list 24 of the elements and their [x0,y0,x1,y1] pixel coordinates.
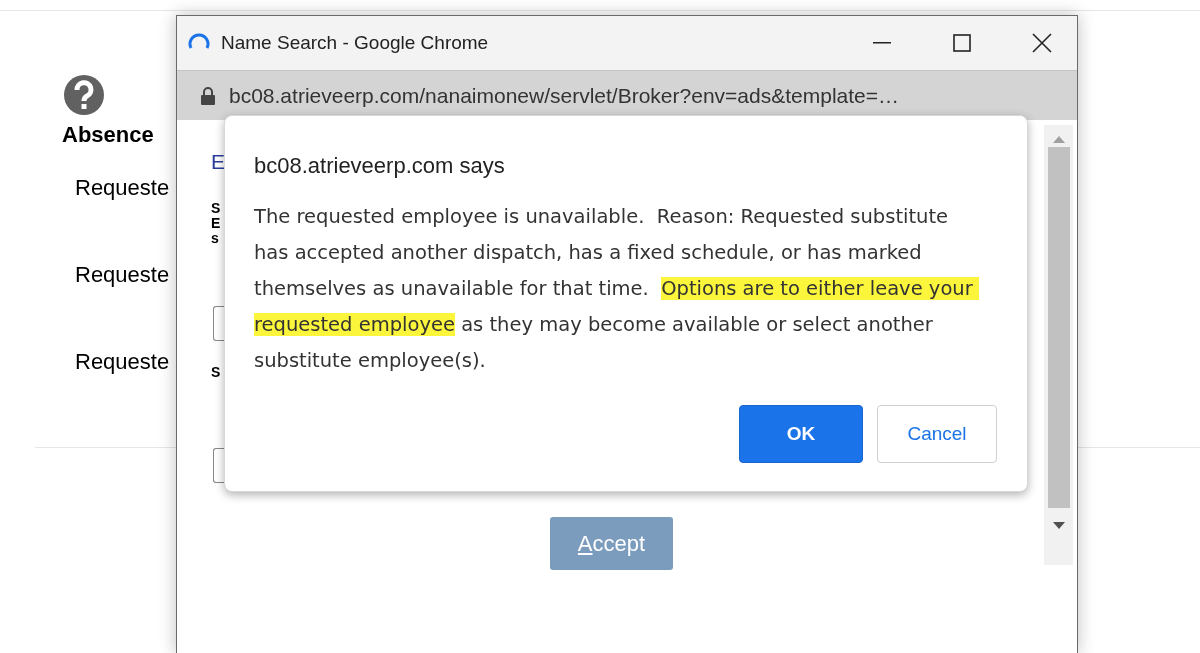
field-label: S [211,201,221,216]
maximize-icon[interactable] [953,34,971,52]
row-label: Requeste [75,348,170,376]
scroll-down-icon[interactable] [1052,522,1065,530]
window-title: Name Search - Google Chrome [221,32,490,54]
row-label: Requeste [75,261,170,289]
accept-button[interactable]: Accept [550,517,673,570]
scrollbar-thumb[interactable] [1047,147,1070,508]
section-heading: Absence [62,121,154,149]
help-icon[interactable] [63,74,105,116]
link-text[interactable]: E [211,149,225,175]
close-icon[interactable] [1032,33,1052,53]
scrollbar[interactable] [1044,125,1073,565]
dialog-title: bc08.atrieveerp.com says [254,152,506,180]
lock-icon[interactable] [201,86,215,105]
field-label: S [211,364,221,380]
field-label: s [211,231,220,246]
minimize-icon[interactable] [873,42,891,44]
dialog-message: The requested employee is unavailable. Reason: Requested substitute has accepted another dispatch, has a fixed schedule, or has marked themselves as unavailable for that time. Options are to either leave your requested employee as they may become available or select another substitute employee(s). [254,199,979,379]
cancel-button[interactable]: Cancel [877,405,997,463]
ok-button[interactable]: OK [739,405,863,463]
address-bar-url: bc08.atrieveerp.com/nanaimonew/servlet/Broker?env=ads&template=… [229,83,900,108]
field-label: E [211,216,221,231]
row-label: Requeste [75,174,170,202]
